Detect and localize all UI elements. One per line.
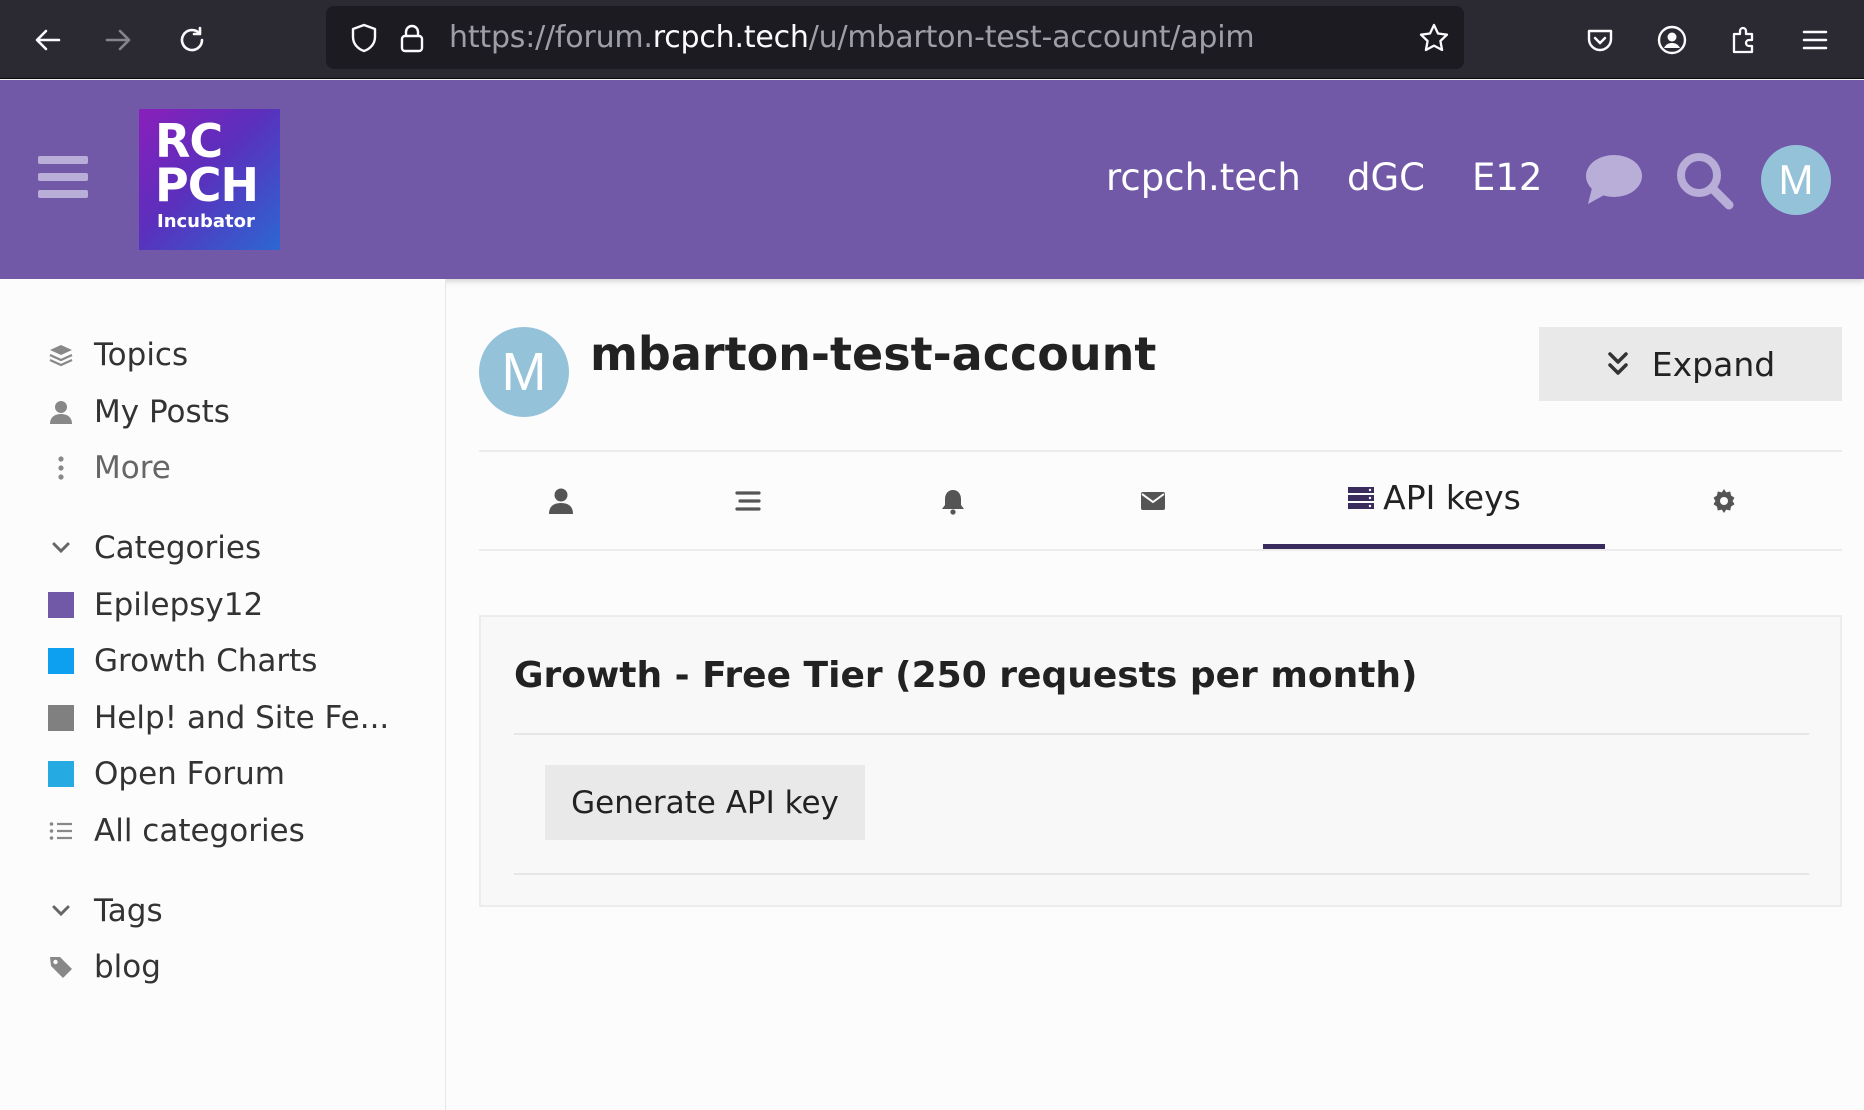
lock-icon[interactable] bbox=[396, 22, 428, 54]
category-color-swatch bbox=[48, 761, 74, 787]
tab-activity[interactable] bbox=[643, 451, 853, 551]
pocket-icon bbox=[1587, 29, 1613, 52]
header-link-dgc[interactable]: dGC bbox=[1347, 156, 1425, 199]
account-button[interactable] bbox=[1652, 20, 1692, 60]
header-link-e12[interactable]: E12 bbox=[1472, 156, 1542, 199]
gear-icon bbox=[1713, 489, 1734, 513]
chat-icon[interactable] bbox=[1584, 152, 1644, 206]
expand-button[interactable]: Expand bbox=[1539, 327, 1842, 401]
main-content: M mbarton-test-account Expand API keys G… bbox=[446, 279, 1864, 1110]
sidebar-section-categories[interactable]: Categories bbox=[46, 523, 261, 573]
stream-icon bbox=[735, 491, 761, 511]
tab-api-keys[interactable]: API keys bbox=[1263, 451, 1605, 551]
user-avatar-menu[interactable]: M bbox=[1761, 145, 1831, 215]
sidebar-item-my-posts[interactable]: My Posts bbox=[46, 387, 230, 437]
extensions-button[interactable] bbox=[1724, 20, 1764, 60]
tabs-divider bbox=[479, 549, 1842, 551]
sidebar-category-growth-charts[interactable]: Growth Charts bbox=[46, 636, 317, 686]
sidebar-tag-blog[interactable]: blog bbox=[46, 942, 161, 992]
pocket-button[interactable] bbox=[1580, 20, 1620, 60]
layers-icon bbox=[49, 345, 73, 367]
server-icon bbox=[1348, 486, 1375, 509]
site-logo[interactable]: RC PCH Incubator bbox=[139, 109, 280, 250]
profile-avatar[interactable]: M bbox=[479, 327, 569, 417]
tab-notifications[interactable] bbox=[853, 451, 1053, 551]
api-key-panel: Growth - Free Tier (250 requests per mon… bbox=[479, 615, 1842, 907]
forward-button[interactable] bbox=[98, 20, 138, 60]
reload-icon bbox=[180, 26, 204, 52]
user-icon bbox=[50, 401, 72, 424]
panel-divider bbox=[514, 733, 1809, 735]
arrow-right-icon bbox=[105, 29, 131, 51]
generate-api-key-button[interactable]: Generate API key bbox=[545, 765, 865, 840]
tab-summary[interactable] bbox=[479, 451, 643, 551]
url-text: https://forum.rcpch.tech/u/mbarton-test-… bbox=[449, 20, 1255, 55]
list-icon bbox=[49, 822, 72, 840]
category-color-swatch bbox=[48, 705, 74, 731]
browser-toolbar: https://forum.rcpch.tech/u/mbarton-test-… bbox=[0, 0, 1864, 79]
reload-button[interactable] bbox=[172, 20, 212, 60]
envelope-icon bbox=[1141, 492, 1165, 510]
user-icon bbox=[549, 488, 573, 514]
chevron-down-icon bbox=[52, 905, 70, 917]
bell-icon bbox=[942, 490, 964, 515]
profile-username: mbarton-test-account bbox=[590, 327, 1157, 381]
sidebar-category-help[interactable]: Help! and Site Fe... bbox=[46, 693, 389, 743]
hamburger-menu-icon[interactable] bbox=[38, 156, 88, 200]
header-link-rcpch-tech[interactable]: rcpch.tech bbox=[1106, 156, 1301, 199]
sidebar-item-more[interactable]: More bbox=[46, 443, 171, 493]
account-icon bbox=[1657, 25, 1687, 55]
tab-messages[interactable] bbox=[1053, 451, 1253, 551]
api-tier-title: Growth - Free Tier (250 requests per mon… bbox=[514, 655, 1418, 696]
arrow-left-icon bbox=[35, 29, 61, 51]
bookmark-star-icon[interactable] bbox=[1418, 22, 1450, 54]
shield-icon[interactable] bbox=[348, 22, 380, 54]
menu-icon bbox=[1802, 30, 1828, 50]
address-bar[interactable]: https://forum.rcpch.tech/u/mbarton-test-… bbox=[326, 6, 1464, 69]
search-icon[interactable] bbox=[1674, 150, 1734, 210]
category-color-swatch bbox=[48, 648, 74, 674]
site-header: RC PCH Incubator rcpch.tech dGC E12 M bbox=[0, 80, 1864, 279]
sidebar: Topics My Posts More Categories Epilepsy… bbox=[0, 279, 446, 1110]
sidebar-item-topics[interactable]: Topics bbox=[46, 330, 188, 380]
sidebar-item-all-categories[interactable]: All categories bbox=[46, 806, 305, 856]
sidebar-section-tags[interactable]: Tags bbox=[46, 886, 163, 936]
tag-icon bbox=[50, 957, 72, 978]
vertical-ellipsis-icon bbox=[58, 456, 64, 480]
app-menu-button[interactable] bbox=[1795, 20, 1835, 60]
sidebar-category-open-forum[interactable]: Open Forum bbox=[46, 749, 285, 799]
category-color-swatch bbox=[48, 592, 74, 618]
double-chevron-down-icon bbox=[1608, 352, 1628, 375]
chevron-down-icon bbox=[52, 542, 70, 554]
puzzle-icon bbox=[1732, 26, 1754, 54]
panel-divider bbox=[514, 873, 1809, 875]
back-button[interactable] bbox=[28, 20, 68, 60]
tab-preferences[interactable] bbox=[1605, 451, 1842, 551]
sidebar-category-epilepsy12[interactable]: Epilepsy12 bbox=[46, 580, 263, 630]
